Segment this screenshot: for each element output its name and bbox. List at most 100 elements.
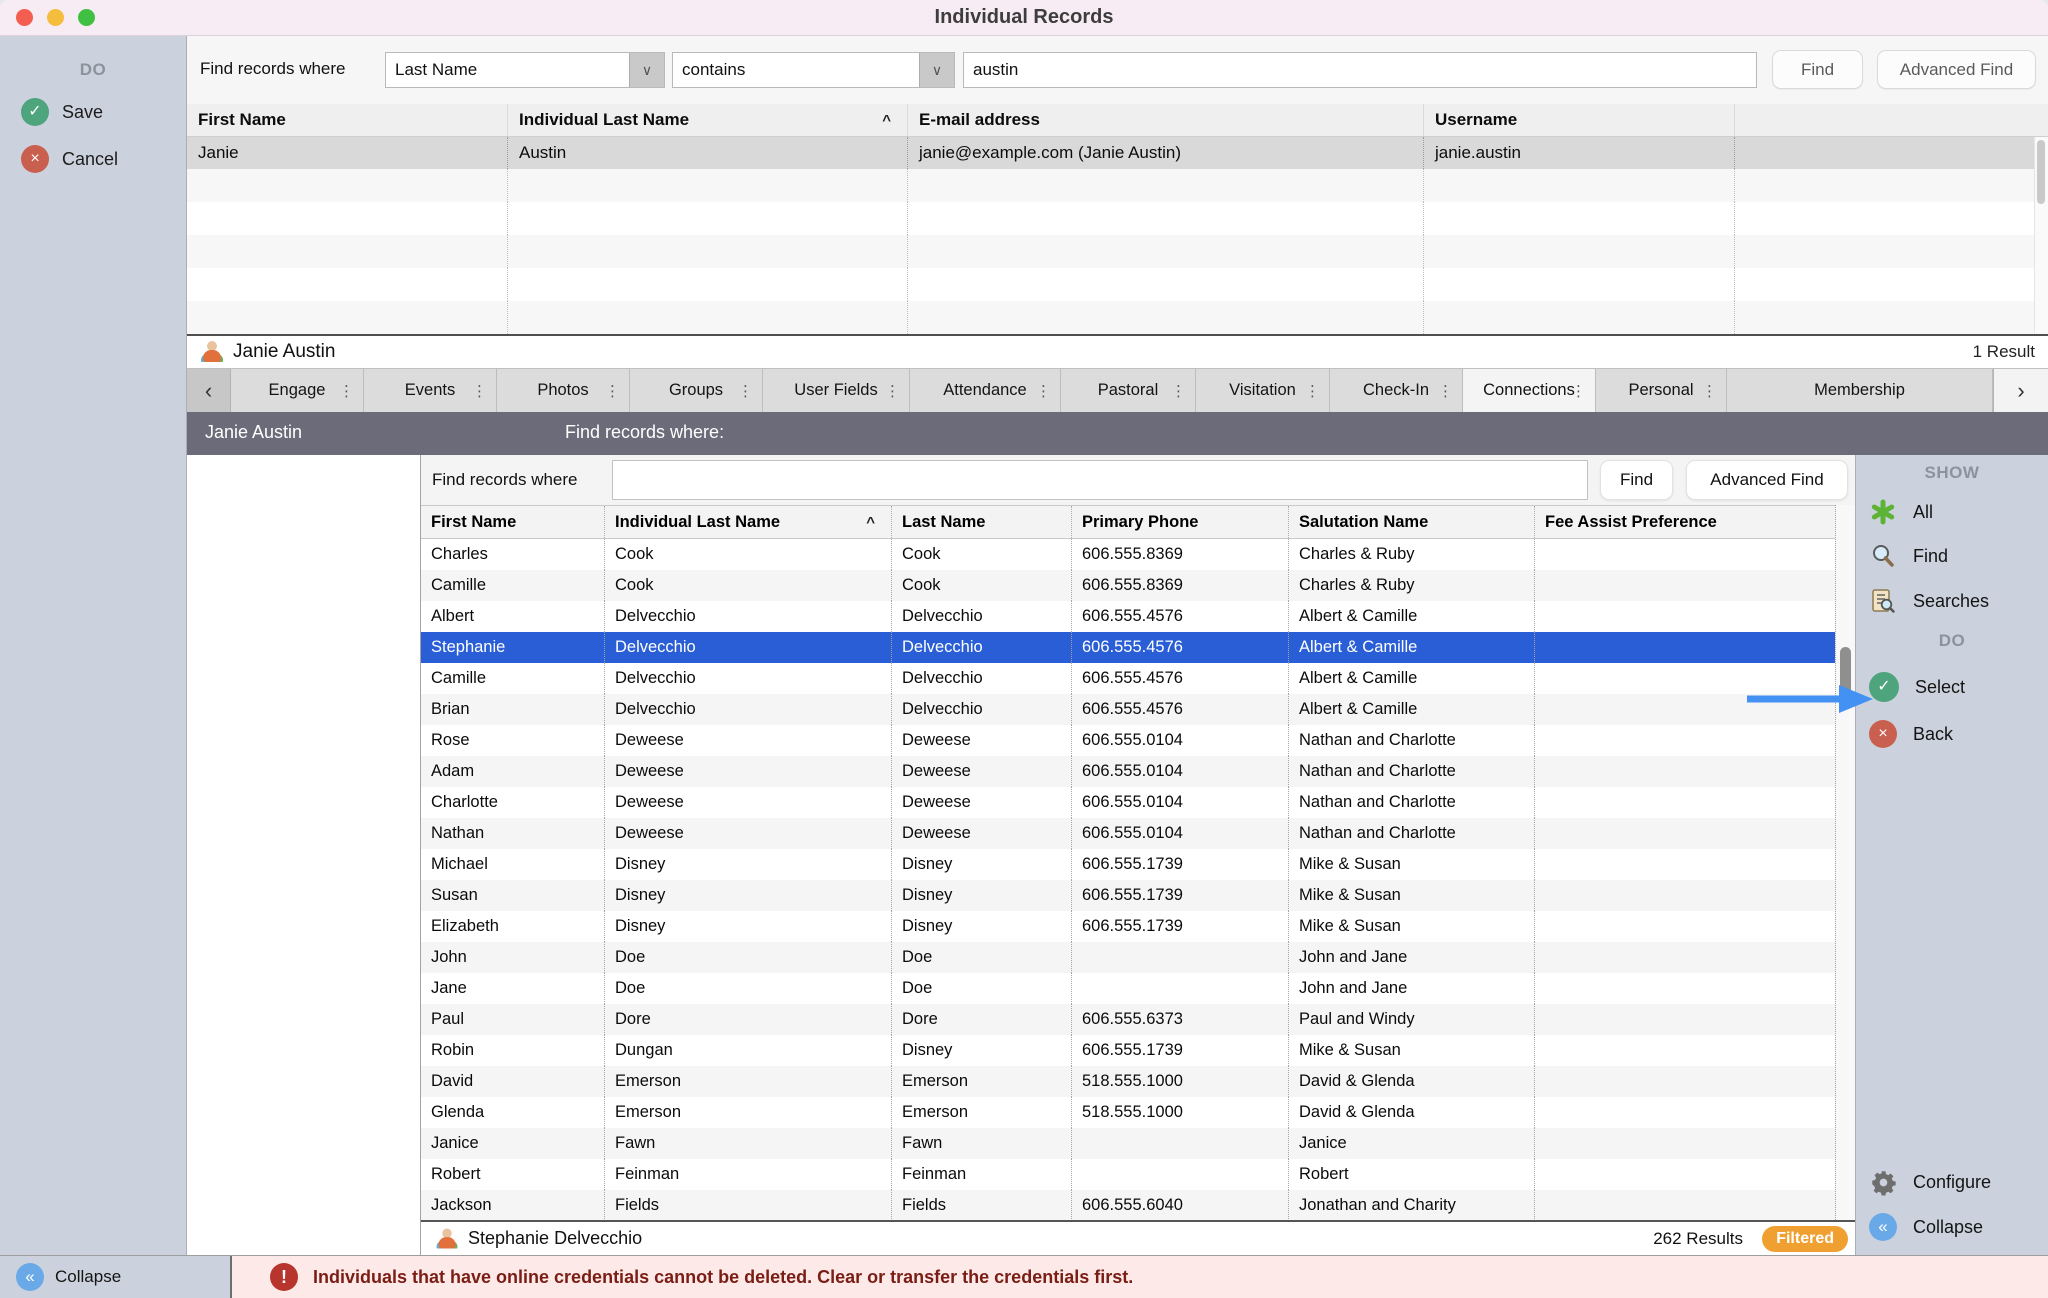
- back-button[interactable]: × Back: [1869, 719, 1953, 749]
- column-header-email[interactable]: E-mail address: [908, 104, 1424, 136]
- table-row[interactable]: JohnDoeDoeJohn and Jane: [421, 942, 1835, 973]
- column-header-first-name[interactable]: First Name: [421, 506, 605, 538]
- vertical-scrollbar[interactable]: [1835, 505, 1855, 1220]
- vertical-scrollbar[interactable]: [2034, 137, 2048, 333]
- tab-menu-icon[interactable]: ⋮: [1036, 382, 1051, 400]
- advanced-find-button[interactable]: Advanced Find: [1686, 460, 1848, 500]
- advanced-find-button[interactable]: Advanced Find: [1877, 50, 2036, 89]
- tab-menu-icon[interactable]: ⋮: [885, 382, 900, 400]
- cancel-button[interactable]: × Cancel: [21, 144, 186, 174]
- tab-connections[interactable]: Connections⋮: [1463, 369, 1596, 412]
- tab-menu-icon[interactable]: ⋮: [1171, 382, 1186, 400]
- table-cell: Delvecchio: [605, 694, 892, 725]
- table-cell: Charles & Ruby: [1289, 570, 1535, 601]
- tab-menu-icon[interactable]: ⋮: [1702, 382, 1717, 400]
- table-row[interactable]: JaneDoeDoeJohn and Jane: [421, 973, 1835, 1004]
- field-select[interactable]: Last Name ∨: [385, 52, 665, 88]
- tab-label: Pastoral: [1098, 381, 1159, 400]
- find-button[interactable]: Find: [1772, 50, 1863, 89]
- table-row[interactable]: JacksonFieldsFields606.555.6040Jonathan …: [421, 1190, 1835, 1220]
- show-searches-button[interactable]: Searches: [1869, 586, 1989, 616]
- collapse-sidebar-button[interactable]: « Collapse: [1869, 1212, 1983, 1242]
- tab-menu-icon[interactable]: ⋮: [1571, 382, 1586, 400]
- tab-menu-icon[interactable]: ⋮: [1305, 382, 1320, 400]
- tab-label: Personal: [1628, 381, 1693, 400]
- tab-menu-icon[interactable]: ⋮: [339, 382, 354, 400]
- table-row[interactable]: JaniceFawnFawnJanice: [421, 1128, 1835, 1159]
- column-header-salutation-name[interactable]: Salutation Name: [1289, 506, 1535, 538]
- table-row[interactable]: ElizabethDisneyDisney606.555.1739Mike & …: [421, 911, 1835, 942]
- table-cell: [1535, 1159, 1835, 1190]
- table-row[interactable]: GlendaEmersonEmerson518.555.1000David & …: [421, 1097, 1835, 1128]
- tab-menu-icon[interactable]: ⋮: [738, 382, 753, 400]
- tab-visitation[interactable]: Visitation⋮: [1196, 369, 1330, 412]
- section-person-name: Janie Austin: [205, 422, 302, 443]
- table-cell: Delvecchio: [892, 663, 1072, 694]
- table-cell: Albert & Camille: [1289, 663, 1535, 694]
- table-row[interactable]: CharlesCookCook606.555.8369Charles & Rub…: [421, 539, 1835, 570]
- tab-scroll-right-button[interactable]: ›: [1993, 369, 2048, 412]
- search-query-input[interactable]: [963, 52, 1757, 88]
- table-row[interactable]: PaulDoreDore606.555.6373Paul and Windy: [421, 1004, 1835, 1035]
- show-find-button[interactable]: Find: [1869, 541, 1948, 571]
- tab-engage[interactable]: Engage⋮: [231, 369, 364, 412]
- table-cell: Disney: [605, 849, 892, 880]
- table-row[interactable]: NathanDeweeseDeweese606.555.0104Nathan a…: [421, 818, 1835, 849]
- tab-pastoral[interactable]: Pastoral ⋮: [1061, 369, 1196, 412]
- tab-menu-icon[interactable]: ⋮: [472, 382, 487, 400]
- column-header-primary-phone[interactable]: Primary Phone: [1072, 506, 1289, 538]
- tab-menu-icon[interactable]: ⋮: [1438, 382, 1453, 400]
- picker-table-body: CharlesCookCook606.555.8369Charles & Rub…: [421, 539, 1835, 1220]
- save-button[interactable]: ✓ Save: [21, 97, 186, 127]
- tab-photos[interactable]: Photos⋮: [497, 369, 630, 412]
- find-button[interactable]: Find: [1600, 460, 1673, 500]
- table-row[interactable]: CharlotteDeweeseDeweese606.555.0104Natha…: [421, 787, 1835, 818]
- table-cell: Paul: [421, 1004, 605, 1035]
- table-cell: Deweese: [892, 756, 1072, 787]
- tab-label: Check-In: [1363, 381, 1429, 400]
- picker-search-input[interactable]: [612, 460, 1588, 500]
- collapse-chevrons-icon: «: [16, 1263, 44, 1291]
- table-row[interactable]: MichaelDisneyDisney606.555.1739Mike & Su…: [421, 849, 1835, 880]
- table-row[interactable]: DavidEmersonEmerson518.555.1000David & G…: [421, 1066, 1835, 1097]
- table-row[interactable]: SusanDisneyDisney606.555.1739Mike & Susa…: [421, 880, 1835, 911]
- tab-personal[interactable]: Personal ⋮: [1596, 369, 1727, 412]
- table-row[interactable]: BrianDelvecchioDelvecchio606.555.4576Alb…: [421, 694, 1835, 725]
- table-row[interactable]: CamilleDelvecchioDelvecchio606.555.4576A…: [421, 663, 1835, 694]
- scrollbar-thumb[interactable]: [1840, 647, 1851, 709]
- collapse-panel-button[interactable]: « Collapse: [0, 1256, 232, 1298]
- tab-check-in[interactable]: Check-In ⋮: [1330, 369, 1463, 412]
- table-cell: Fields: [892, 1190, 1072, 1220]
- tab-events[interactable]: Events⋮: [364, 369, 497, 412]
- table-row[interactable]: RobertFeinmanFeinmanRobert: [421, 1159, 1835, 1190]
- column-header-individual-last-name[interactable]: Individual Last Name^: [508, 104, 908, 136]
- table-row[interactable]: AlbertDelvecchioDelvecchio606.555.4576Al…: [421, 601, 1835, 632]
- column-header-first-name[interactable]: First Name: [187, 104, 508, 136]
- column-header-username[interactable]: Username: [1424, 104, 1735, 136]
- tab-menu-icon[interactable]: ⋮: [605, 382, 620, 400]
- show-all-button[interactable]: All: [1869, 497, 1933, 527]
- table-row[interactable]: StephanieDelvecchioDelvecchio606.555.457…: [421, 632, 1835, 663]
- scrollbar-thumb[interactable]: [2037, 140, 2045, 204]
- tab-membership[interactable]: Membership: [1727, 369, 1993, 412]
- record-tab-bar: ‹ Engage⋮Events⋮Photos⋮Groups⋮User Field…: [187, 368, 2048, 412]
- operator-select[interactable]: contains ∨: [672, 52, 955, 88]
- table-row[interactable]: Janie Austin janie@example.com (Janie Au…: [187, 137, 2048, 169]
- bottom-strip: « Collapse ! Individuals that have onlin…: [0, 1255, 2048, 1298]
- table-row[interactable]: RoseDeweeseDeweese606.555.0104Nathan and…: [421, 725, 1835, 756]
- tab-attendance[interactable]: Attendance⋮: [910, 369, 1061, 412]
- tab-groups[interactable]: Groups⋮: [630, 369, 763, 412]
- table-row[interactable]: CamilleCookCook606.555.8369Charles & Rub…: [421, 570, 1835, 601]
- table-row[interactable]: AdamDeweeseDeweese606.555.0104Nathan and…: [421, 756, 1835, 787]
- table-cell: Deweese: [605, 725, 892, 756]
- column-header-last-name[interactable]: Last Name: [892, 506, 1072, 538]
- configure-button[interactable]: Configure: [1869, 1167, 1991, 1197]
- check-circle-icon: ✓: [1869, 672, 1899, 702]
- select-button[interactable]: ✓ Select: [1869, 672, 1965, 702]
- tab-scroll-left-button[interactable]: ‹: [187, 369, 231, 412]
- table-row[interactable]: RobinDunganDisney606.555.1739Mike & Susa…: [421, 1035, 1835, 1066]
- column-header-individual-last-name[interactable]: Individual Last Name^: [605, 506, 892, 538]
- find-records-where-label: Find records where: [432, 470, 578, 490]
- tab-user-fields[interactable]: User Fields⋮: [763, 369, 910, 412]
- column-header-fee-assist-preference[interactable]: Fee Assist Preference: [1535, 506, 1835, 538]
